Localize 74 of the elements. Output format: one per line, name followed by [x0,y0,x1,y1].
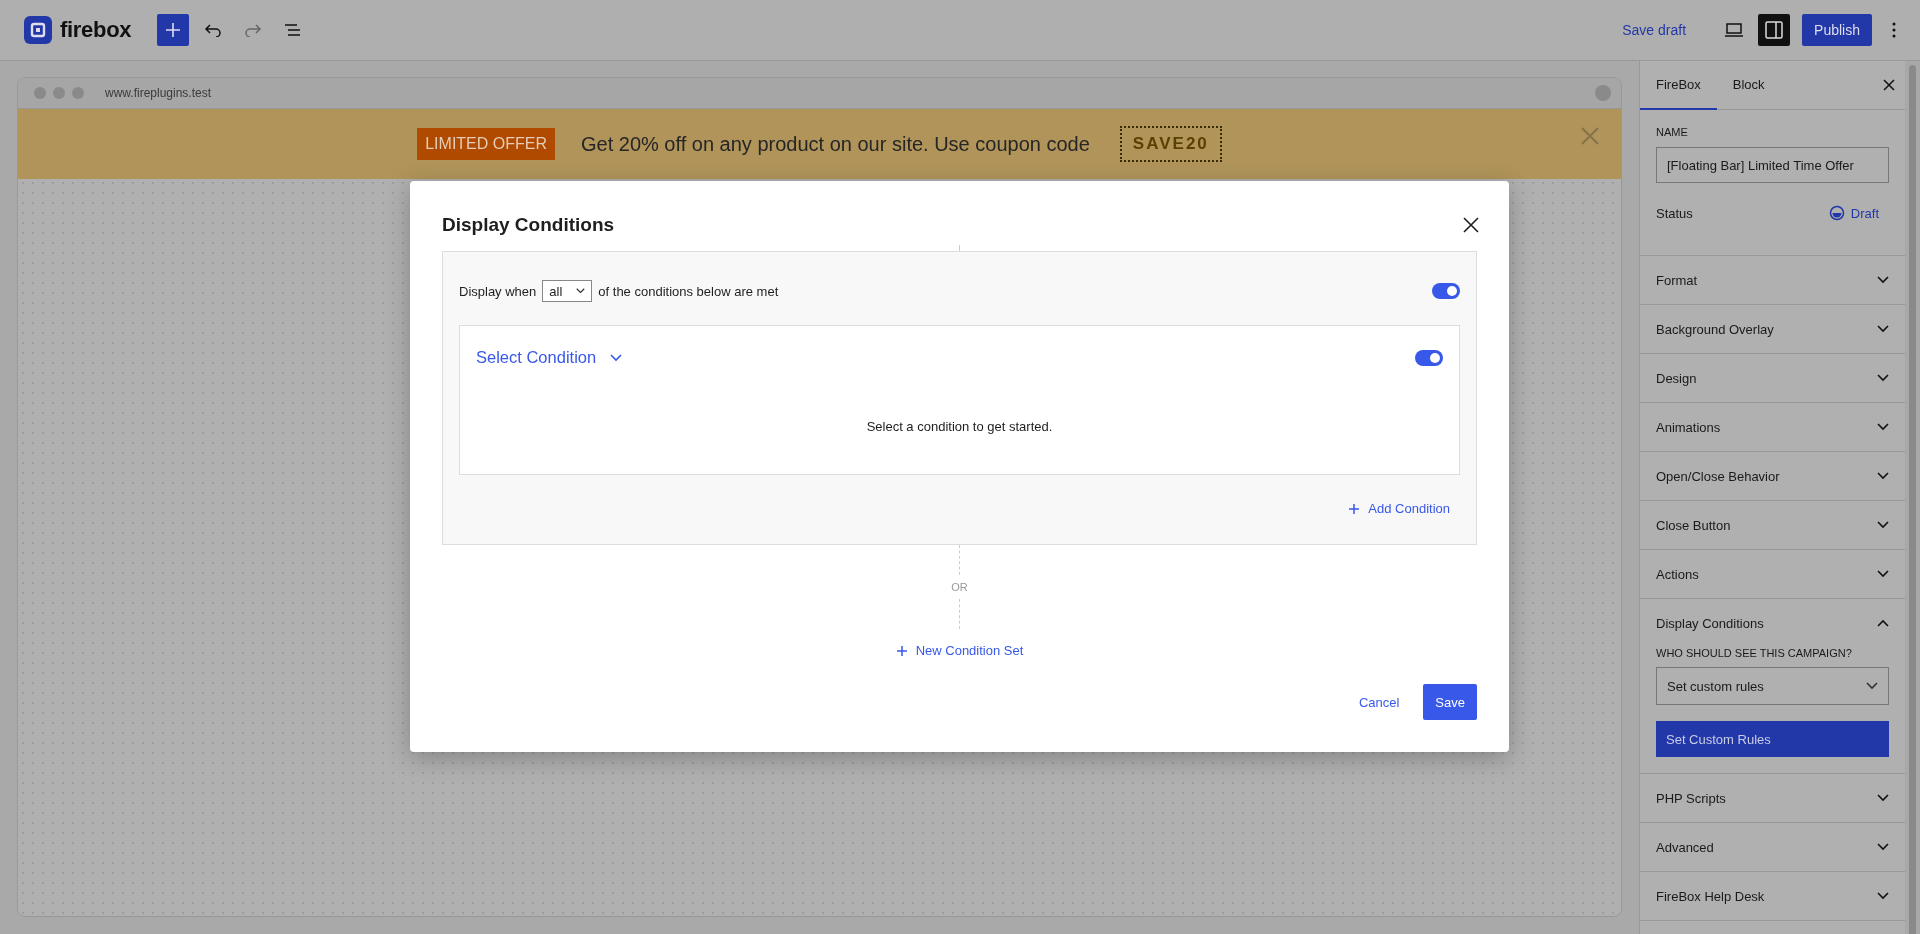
chevron-down-icon [1877,325,1889,333]
add-block-button[interactable] [157,14,190,46]
save-button[interactable]: Save [1423,684,1477,720]
publish-button[interactable]: Publish [1802,14,1872,46]
question-label: WHO SHOULD SEE THIS CAMPAIGN? [1656,647,1853,659]
kebab-menu-icon [1892,22,1896,38]
conditions-met-label: of the conditions below are met [598,283,779,299]
chevron-down-icon [1877,794,1889,802]
panel-header[interactable]: Background Overlay [1640,305,1905,353]
window-dot-icon [72,87,84,99]
chevron-down-icon [1877,423,1889,431]
save-draft-button[interactable]: Save draft [1616,21,1693,39]
close-icon [1463,217,1479,233]
window-dot-icon [53,87,65,99]
plus-icon [895,644,908,657]
set-custom-rules-button[interactable]: Set Custom Rules [1656,721,1889,757]
chevron-down-icon [1877,276,1889,284]
condition-toggle[interactable] [1415,349,1443,366]
window-dot-icon [1595,85,1611,101]
laptop-icon [1724,23,1745,37]
banner-message: Get 20% off on any product on our site. Use coupon code [581,132,1090,156]
panel-header[interactable]: PHP Scripts [1640,774,1905,822]
status-label: Status [1656,205,1693,221]
cancel-button[interactable]: Cancel [1352,693,1406,711]
status-button[interactable]: Draft [1828,205,1879,221]
half-circle-icon [1828,205,1845,221]
panel-header[interactable]: Actions [1640,550,1905,598]
scrollbar-thumb[interactable] [1909,65,1916,934]
undo-arrow-icon [204,23,223,37]
chevron-down-icon [1877,521,1889,529]
settings-sidebar-toggle[interactable] [1758,14,1791,46]
url-text: www.fireplugins.test [105,86,213,100]
name-label: NAME [1656,126,1689,138]
display-when-label: Display when [459,283,537,299]
chevron-down-icon [610,353,623,362]
logo-icon [24,16,52,44]
plus-icon [165,22,182,38]
redo-arrow-icon [244,23,263,37]
match-select[interactable]: all [542,280,593,302]
coupon-code: SAVE20 [1119,126,1222,162]
panel-header[interactable]: Close Button [1640,501,1905,549]
chevron-down-icon [1866,682,1878,690]
sidebar-panel-icon [1765,21,1784,39]
chevron-down-icon [1877,843,1889,851]
panel-header[interactable]: Advanced [1640,823,1905,871]
panel-header[interactable]: Animations [1640,403,1905,451]
chevron-down-icon [1877,570,1889,578]
panel-header[interactable]: Design [1640,354,1905,402]
window-dot-icon [34,87,46,99]
condition-hint: Select a condition to get started. [865,419,1054,434]
or-separator: OR [951,581,968,593]
sidebar-tab[interactable]: FireBox [1640,61,1717,110]
list-lines-icon [284,23,303,37]
chevron-up-icon [1877,619,1889,627]
panel-header[interactable]: Format [1640,256,1905,304]
panel-header[interactable]: Open/Close Behavior [1640,452,1905,500]
chevron-down-icon [1877,472,1889,480]
select-condition-dropdown[interactable]: Select Condition [476,348,623,367]
add-condition-button[interactable]: Add Condition [1348,501,1450,516]
plus-icon [1348,502,1361,515]
chevron-down-icon [1877,374,1889,382]
new-condition-set-button[interactable]: New Condition Set [895,643,1024,658]
logo-text: firebox [60,17,132,43]
name-field[interactable]: [Floating Bar] Limited Time Offer [1656,147,1889,183]
panel-header[interactable]: FireBox Help Desk [1640,872,1905,920]
audience-select[interactable]: Set custom rules [1656,667,1889,705]
chevron-down-icon [576,287,586,295]
offer-badge: LIMITED OFFER [417,128,555,160]
chevron-down-icon [1877,892,1889,900]
sidebar-tab[interactable]: Block [1716,61,1781,110]
condition-set-toggle[interactable] [1432,283,1460,299]
close-icon[interactable] [1883,79,1895,91]
panel-header[interactable]: Display Conditions [1640,599,1905,647]
dialog-title: Display Conditions [442,214,615,236]
